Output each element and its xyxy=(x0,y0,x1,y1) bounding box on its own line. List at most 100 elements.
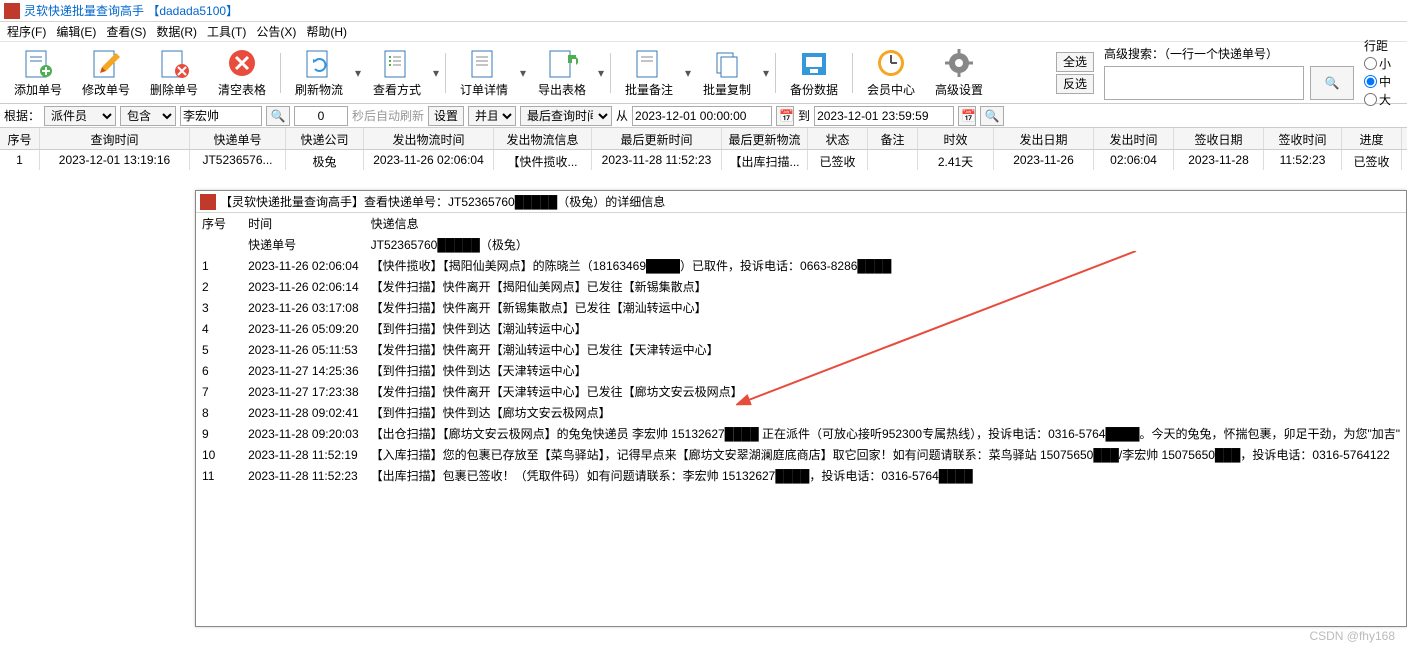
col-header[interactable]: 序号 xyxy=(0,128,40,149)
dropdown-icon[interactable]: ▾ xyxy=(431,66,441,80)
dropdown-icon[interactable]: ▾ xyxy=(353,66,363,80)
spacing-mid[interactable]: 中 xyxy=(1364,73,1391,90)
detail-row[interactable]: 72023-11-27 17:23:38【发件扫描】快件离开【天津转运中心】已发… xyxy=(196,381,1406,402)
app-icon xyxy=(4,3,20,19)
spacing-label: 行距 xyxy=(1364,37,1391,54)
detail-row[interactable]: 102023-11-28 11:52:19【入库扫描】您的包裹已存放至【菜鸟驿站… xyxy=(196,444,1406,465)
col-header[interactable]: 最后更新时间 xyxy=(592,128,722,149)
set-button[interactable]: 设置 xyxy=(428,106,464,126)
search-icon[interactable]: 🔍 xyxy=(266,106,290,126)
copy-button[interactable]: 批量复制 xyxy=(693,45,761,101)
spacing-small[interactable]: 小 xyxy=(1364,55,1391,72)
invert-select-button[interactable]: 反选 xyxy=(1056,74,1094,94)
col-header[interactable]: 发出物流信息 xyxy=(494,128,592,149)
cell: 2.41天 xyxy=(918,150,994,170)
spacing-large[interactable]: 大 xyxy=(1364,91,1391,108)
menu-edit[interactable]: 编辑(E) xyxy=(53,22,99,41)
clear-button[interactable]: 清空表格 xyxy=(208,45,276,101)
cal-icon[interactable]: 📅 xyxy=(958,106,976,126)
adv-search-input[interactable] xyxy=(1104,66,1304,100)
cell: 2023-11-26 xyxy=(994,150,1094,170)
adv-search: 高级搜索：（一行一个快递单号） 🔍 xyxy=(1104,45,1354,100)
cell: 11:52:23 xyxy=(1264,150,1342,170)
detail-row[interactable]: 22023-11-26 02:06:14【发件扫描】快件离开【揭阳仙美网点】已发… xyxy=(196,276,1406,297)
col-header[interactable]: 时效 xyxy=(918,128,994,149)
menu-help[interactable]: 帮助(H) xyxy=(303,22,350,41)
cell xyxy=(868,150,918,170)
adv-search-button[interactable]: 🔍 xyxy=(1310,66,1354,100)
detail-button[interactable]: 订单详情 xyxy=(450,45,518,101)
lookup-button[interactable]: 查看方式 xyxy=(363,45,431,101)
detail-row[interactable]: 92023-11-28 09:20:03【出仓扫描】【廊坊文安云极网点】的兔兔快… xyxy=(196,423,1406,444)
refresh-seconds[interactable] xyxy=(294,106,348,126)
cell: 已签收 xyxy=(1342,150,1402,170)
col-header[interactable]: 发出时间 xyxy=(1094,128,1174,149)
detail-row[interactable]: 62023-11-27 14:25:36【到件扫描】快件到达【天津转运中心】 xyxy=(196,360,1406,381)
date-to[interactable] xyxy=(814,106,954,126)
search-icon[interactable]: 🔍 xyxy=(980,106,1004,126)
adv-search-label: 高级搜索：（一行一个快递单号） xyxy=(1104,45,1354,62)
filter-field[interactable]: 派件员 xyxy=(44,106,116,126)
separator xyxy=(852,53,853,93)
settings-button[interactable]: 高级设置 xyxy=(925,45,993,101)
detail-row[interactable]: 42023-11-26 05:09:20【到件扫描】快件到达【潮汕转运中心】 xyxy=(196,318,1406,339)
menu-tools[interactable]: 工具(T) xyxy=(204,22,249,41)
auto-refresh-label: 秒后自动刷新 xyxy=(352,107,424,124)
menu-notice[interactable]: 公告(X) xyxy=(253,22,299,41)
detail-row[interactable]: 112023-11-28 11:52:23【出库扫描】包裹已签收！（凭取件码）如… xyxy=(196,465,1406,486)
separator xyxy=(775,53,776,93)
col-header[interactable]: 签收时间 xyxy=(1264,128,1342,149)
detail-row[interactable]: 12023-11-26 02:06:04【快件揽收】【揭阳仙美网点】的陈晓兰（1… xyxy=(196,255,1406,276)
date-from[interactable] xyxy=(632,106,772,126)
edit-button[interactable]: 修改单号 xyxy=(72,45,140,101)
cal-icon[interactable]: 📅 xyxy=(776,106,794,126)
menu-program[interactable]: 程序(F) xyxy=(4,22,49,41)
to-label: 到 xyxy=(798,107,810,124)
detail-row[interactable]: 32023-11-26 03:17:08【发件扫描】快件离开【新锡集散点】已发往… xyxy=(196,297,1406,318)
cell: 2023-11-28 11:52:23 xyxy=(592,150,722,170)
filter-label: 根据： xyxy=(4,107,40,124)
refresh-button[interactable]: 刷新物流 xyxy=(285,45,353,101)
detail-row[interactable]: 52023-11-26 05:11:53【发件扫描】快件离开【潮汕转运中心】已发… xyxy=(196,339,1406,360)
col-header[interactable]: 最后更新物流 xyxy=(722,128,808,149)
detail-row[interactable]: 82023-11-28 09:02:41【到件扫描】快件到达【廊坊文安云极网点】 xyxy=(196,402,1406,423)
col-header[interactable]: 进度 xyxy=(1342,128,1402,149)
dropdown-icon[interactable]: ▾ xyxy=(683,66,693,80)
dropdown-icon[interactable]: ▾ xyxy=(596,66,606,80)
separator xyxy=(280,53,281,93)
remark-button[interactable]: 批量备注 xyxy=(615,45,683,101)
dropdown-icon[interactable]: ▾ xyxy=(518,66,528,80)
watermark: CSDN @fhy168 xyxy=(1309,629,1395,643)
titlebar: 灵软快递批量查询高手 【dadada5100】 xyxy=(0,0,1407,22)
separator xyxy=(445,53,446,93)
menu-view[interactable]: 查看(S) xyxy=(103,22,149,41)
delete-button[interactable]: 删除单号 xyxy=(140,45,208,101)
col-header[interactable]: 备注 xyxy=(868,128,918,149)
export-button[interactable]: 导出表格 xyxy=(528,45,596,101)
cell: 【快件揽收... xyxy=(494,150,592,170)
col-header[interactable]: 状态 xyxy=(808,128,868,149)
filter-value[interactable] xyxy=(180,106,262,126)
backup-button[interactable]: 备份数据 xyxy=(780,45,848,101)
select-all-button[interactable]: 全选 xyxy=(1056,52,1094,72)
menu-data[interactable]: 数据(R) xyxy=(153,22,200,41)
vip-button[interactable]: 会员中心 xyxy=(857,45,925,101)
app-icon xyxy=(200,194,216,210)
cell: JT5236576... xyxy=(190,150,286,170)
col-header[interactable]: 签收日期 xyxy=(1174,128,1264,149)
col-header[interactable]: 查询时间 xyxy=(40,128,190,149)
col-header[interactable]: 快递单号 xyxy=(190,128,286,149)
and-select[interactable]: 并且 xyxy=(468,106,516,126)
separator xyxy=(610,53,611,93)
lasttime-select[interactable]: 最后查询时间 xyxy=(520,106,612,126)
col-header[interactable]: 发出日期 xyxy=(994,128,1094,149)
col-header[interactable]: 发出物流时间 xyxy=(364,128,494,149)
grid-header: 序号查询时间快递单号快递公司发出物流时间发出物流信息最后更新时间最后更新物流状态… xyxy=(0,128,1407,150)
col-header[interactable]: 快递公司 xyxy=(286,128,364,149)
grid-row[interactable]: 12023-12-01 13:19:16JT5236576...极兔2023-1… xyxy=(0,150,1407,170)
cell: 已签收 xyxy=(808,150,868,170)
cell: 极兔 xyxy=(286,150,364,170)
filter-op[interactable]: 包含 xyxy=(120,106,176,126)
dropdown-icon[interactable]: ▾ xyxy=(761,66,771,80)
add-button[interactable]: 添加单号 xyxy=(4,45,72,101)
